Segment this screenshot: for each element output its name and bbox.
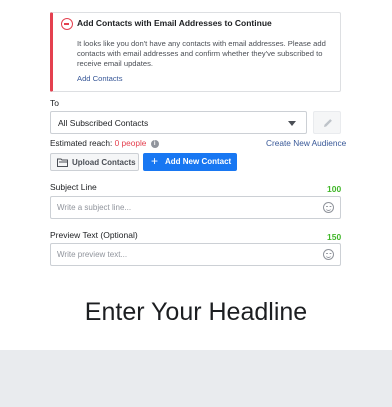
subject-char-count: 100 — [327, 184, 342, 194]
content-area-background — [0, 350, 392, 407]
edit-audience-button[interactable] — [313, 111, 341, 134]
plus-icon: + — [151, 154, 159, 168]
add-contacts-link[interactable]: Add Contacts — [77, 74, 123, 83]
pencil-icon — [324, 119, 332, 127]
alert-message: It looks like you don't have any contact… — [77, 39, 326, 68]
to-label: To — [50, 98, 59, 108]
emoji-icon[interactable] — [323, 202, 334, 213]
preview-char-count: 150 — [327, 232, 342, 242]
caret-down-icon — [288, 121, 296, 126]
create-new-audience-link[interactable]: Create New Audience — [266, 138, 346, 148]
folder-icon — [57, 158, 68, 167]
preview-placeholder: Write preview text... — [57, 250, 128, 259]
error-minus-icon — [61, 18, 73, 30]
emoji-icon[interactable] — [323, 249, 334, 260]
estimated-reach: Estimated reach: 0 people i — [50, 138, 159, 148]
subject-line-input[interactable]: Write a subject line... — [50, 196, 341, 219]
upload-contacts-label: Upload Contacts — [72, 158, 136, 167]
add-new-contact-label: Add New Contact — [165, 157, 232, 166]
subject-line-label: Subject Line — [50, 182, 97, 192]
audience-select-value: All Subscribed Contacts — [58, 118, 149, 128]
alert-title: Add Contacts with Email Addresses to Con… — [77, 18, 272, 28]
preview-text-input[interactable]: Write preview text... — [50, 243, 341, 266]
add-new-contact-button[interactable]: + Add New Contact — [143, 153, 237, 171]
reach-value: 0 people — [114, 138, 147, 148]
reach-label: Estimated reach: — [50, 138, 113, 148]
subject-placeholder: Write a subject line... — [57, 203, 132, 212]
audience-select[interactable]: All Subscribed Contacts — [50, 111, 307, 134]
info-icon[interactable]: i — [150, 139, 159, 148]
email-headline[interactable]: Enter Your Headline — [0, 298, 392, 327]
upload-contacts-button[interactable]: Upload Contacts — [50, 153, 139, 171]
preview-text-label: Preview Text (Optional) — [50, 230, 138, 240]
error-alert: Add Contacts with Email Addresses to Con… — [50, 12, 341, 92]
